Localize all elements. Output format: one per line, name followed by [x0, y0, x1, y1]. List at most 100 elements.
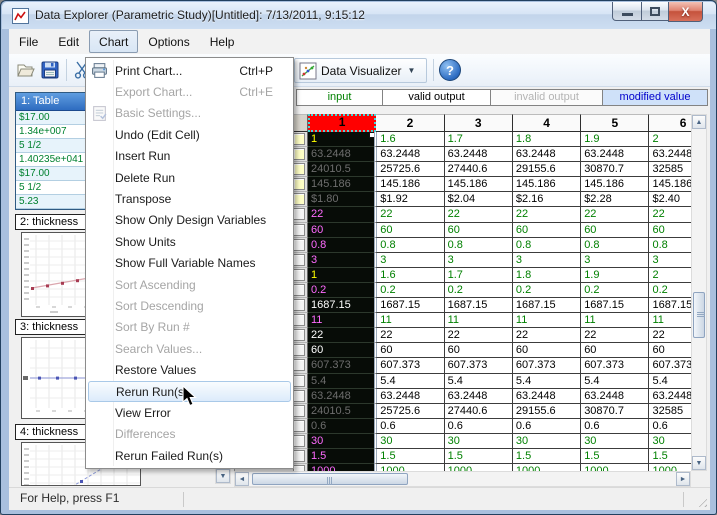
cell[interactable]: 63.2448: [649, 147, 691, 162]
menu-item-show-units[interactable]: Show Units: [86, 231, 293, 252]
cell[interactable]: 24010.5: [308, 162, 376, 177]
cell[interactable]: 607.373: [445, 358, 513, 373]
cell[interactable]: 0.2: [445, 283, 513, 298]
maximize-button[interactable]: [641, 2, 669, 21]
cell[interactable]: 63.2448: [513, 389, 581, 404]
table-horizontal-scrollbar[interactable]: ◄ ►: [234, 471, 691, 487]
cell[interactable]: 0.8: [445, 238, 513, 253]
cell[interactable]: 22: [649, 328, 691, 343]
menu-item-show-full-variable-names[interactable]: Show Full Variable Names: [86, 253, 293, 274]
menu-item-delete-run[interactable]: Delete Run: [86, 167, 293, 188]
cell[interactable]: 22: [581, 207, 649, 222]
cell[interactable]: 60: [513, 343, 581, 358]
cell[interactable]: 63.2448: [374, 389, 444, 404]
cell[interactable]: 145.186: [649, 177, 691, 192]
cell[interactable]: 607.373: [513, 358, 581, 373]
cell[interactable]: 22: [513, 207, 581, 222]
menu-item-show-only-design-variables[interactable]: Show Only Design Variables: [86, 210, 293, 231]
cell[interactable]: 0.8: [374, 238, 444, 253]
menu-file[interactable]: File: [9, 30, 48, 53]
cell[interactable]: 145.186: [581, 177, 649, 192]
cell[interactable]: 0.6: [374, 419, 444, 434]
cell[interactable]: 1000: [374, 464, 444, 471]
cell[interactable]: 60: [445, 223, 513, 238]
cell[interactable]: 60: [649, 223, 691, 238]
menu-item-print-chart[interactable]: Print Chart...Ctrl+P: [86, 60, 293, 81]
cell[interactable]: 1687.15: [513, 298, 581, 313]
cell[interactable]: 22: [445, 207, 513, 222]
cell[interactable]: 63.2448: [581, 147, 649, 162]
help-button[interactable]: ?: [439, 59, 461, 81]
cell[interactable]: 60: [581, 223, 649, 238]
cell[interactable]: 63.2448: [513, 147, 581, 162]
cell[interactable]: 0.6: [445, 419, 513, 434]
cell[interactable]: 60: [374, 223, 444, 238]
cell[interactable]: 2: [649, 268, 691, 283]
scroll-down-icon[interactable]: ▼: [692, 456, 706, 470]
cell[interactable]: 22: [374, 328, 444, 343]
cell[interactable]: 24010.5: [308, 404, 376, 419]
cell[interactable]: 22: [445, 328, 513, 343]
cell[interactable]: 1.5: [513, 449, 581, 464]
cell[interactable]: 29155.6: [513, 404, 581, 419]
cell[interactable]: 60: [445, 343, 513, 358]
cell[interactable]: 5.4: [513, 374, 581, 389]
menu-item-differences[interactable]: Differences: [86, 424, 293, 445]
cell[interactable]: 1687.15: [581, 298, 649, 313]
cell[interactable]: 145.186: [308, 177, 376, 192]
cell[interactable]: 1687.15: [445, 298, 513, 313]
cell[interactable]: 1000: [513, 464, 581, 471]
cell[interactable]: 63.2448: [445, 389, 513, 404]
column-header-2[interactable]: 2: [376, 114, 444, 132]
cell[interactable]: 5.4: [581, 374, 649, 389]
cell[interactable]: 60: [513, 223, 581, 238]
cell[interactable]: 22: [581, 328, 649, 343]
cell[interactable]: 29155.6: [513, 162, 581, 177]
cell[interactable]: 1687.15: [649, 298, 691, 313]
cell[interactable]: 27440.6: [445, 404, 513, 419]
cell[interactable]: 1000: [445, 464, 513, 471]
cell[interactable]: $2.28: [581, 192, 649, 207]
menu-item-search-values[interactable]: Search Values...: [86, 338, 293, 359]
cell[interactable]: 1: [308, 268, 376, 283]
scroll-up-icon[interactable]: ▲: [692, 115, 706, 129]
cell[interactable]: 22: [308, 328, 376, 343]
cell[interactable]: 0.2: [308, 283, 376, 298]
minimize-button[interactable]: [612, 2, 642, 21]
cell[interactable]: 30: [513, 434, 581, 449]
cell[interactable]: 145.186: [513, 177, 581, 192]
cell[interactable]: 30: [445, 434, 513, 449]
cell[interactable]: 25725.6: [374, 162, 444, 177]
cell[interactable]: 145.186: [445, 177, 513, 192]
cell[interactable]: $2.40: [649, 192, 691, 207]
cell[interactable]: 32585: [649, 404, 691, 419]
open-icon[interactable]: [15, 60, 35, 80]
cell[interactable]: 30: [649, 434, 691, 449]
cell[interactable]: 30: [308, 434, 376, 449]
cell[interactable]: 63.2448: [308, 147, 376, 162]
cell[interactable]: 3: [445, 253, 513, 268]
menu-item-basic-settings[interactable]: Basic Settings...: [86, 103, 293, 124]
column-header-3[interactable]: 3: [445, 114, 513, 132]
cell[interactable]: 30: [374, 434, 444, 449]
menu-item-sort-descending[interactable]: Sort Descending: [86, 295, 293, 316]
cell[interactable]: 607.373: [308, 358, 376, 373]
cell[interactable]: 0.6: [649, 419, 691, 434]
cell[interactable]: 30870.7: [581, 404, 649, 419]
cell[interactable]: 1.9: [581, 268, 649, 283]
cell[interactable]: 0.6: [581, 419, 649, 434]
cell[interactable]: 30870.7: [581, 162, 649, 177]
table-vertical-scrollbar[interactable]: ▲ ▼: [691, 114, 707, 471]
cell[interactable]: 25725.6: [374, 404, 444, 419]
cell[interactable]: 3: [581, 253, 649, 268]
cell[interactable]: 0.6: [308, 419, 376, 434]
cell[interactable]: $1.92: [374, 192, 444, 207]
cell[interactable]: 1000: [308, 464, 376, 471]
cell[interactable]: 1000: [649, 464, 691, 471]
cell[interactable]: 5.4: [374, 374, 444, 389]
table-hscrollbar-thumb[interactable]: [252, 473, 408, 485]
menu-item-transpose[interactable]: Transpose: [86, 188, 293, 209]
cell[interactable]: $2.04: [445, 192, 513, 207]
cell[interactable]: 3: [649, 253, 691, 268]
menu-help[interactable]: Help: [200, 30, 245, 53]
